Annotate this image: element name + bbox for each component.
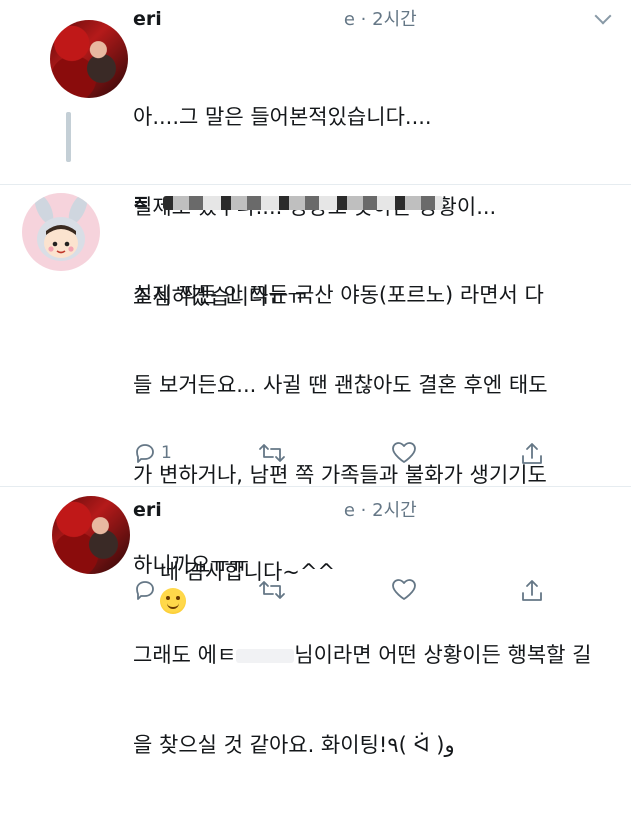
tweet-header: ≡ <box>133 191 443 213</box>
display-name[interactable]: eri <box>133 8 162 30</box>
retweet-button[interactable] <box>258 578 286 602</box>
share-button[interactable] <box>519 578 545 604</box>
retweet-icon <box>259 581 285 599</box>
like-icon <box>392 442 416 463</box>
reply-button[interactable]: 1 <box>133 441 172 465</box>
tweet-2[interactable]: ≡ 실제 찍든 안 찍든 국산 야동(포르노) 라면서 다 들 보거든요... … <box>0 185 631 757</box>
avatar[interactable] <box>22 193 100 271</box>
tweet-text-line: 아....그 말은 들어본적있습니다.... <box>133 105 432 129</box>
reply-icon <box>136 581 154 600</box>
like-button[interactable] <box>391 578 417 602</box>
share-icon <box>522 580 542 601</box>
tweet-3[interactable]: eri e · 2시간 네 감사합니다~^^ <box>0 486 631 634</box>
redacted-handle <box>167 11 338 28</box>
redacted-mention <box>236 649 295 663</box>
like-icon <box>392 579 416 600</box>
mention-suffix: 님이라면 어떤 상황이든 행복할 길 <box>294 643 592 667</box>
reply-count: 1 <box>161 443 172 463</box>
tweet-text-line: 을 찾으실 것 같아요. 화이팅!٩( ᐛ )و <box>133 733 455 757</box>
action-bar: 1 <box>133 441 603 471</box>
redacted-name <box>162 195 443 210</box>
timestamp[interactable]: e · 2시간 <box>344 9 417 30</box>
chevron-down-icon[interactable] <box>594 7 612 25</box>
thread-line <box>66 112 71 162</box>
bunny-avatar-icon <box>34 194 88 261</box>
tweet-1[interactable]: eri e · 2시간 아....그 말은 들어본적있습니다.... 실제로 있… <box>0 0 631 309</box>
tweet-header: eri e · 2시간 <box>133 5 417 31</box>
reply-button[interactable] <box>133 578 157 602</box>
like-button[interactable] <box>391 441 417 465</box>
avatar[interactable] <box>50 20 128 98</box>
display-name[interactable]: eri <box>133 499 162 521</box>
tweet-text-line: 들 보거든요... 사귈 땐 괜찮아도 결혼 후엔 태도 <box>133 373 548 397</box>
display-name[interactable]: ≡ <box>133 191 149 213</box>
tweet-text-line: 실제 찍든 안 찍든 국산 야동(포르노) 라면서 다 <box>133 283 544 307</box>
redacted-handle <box>167 502 338 519</box>
tweet-header: eri e · 2시간 <box>133 496 417 522</box>
avatar[interactable] <box>52 496 130 574</box>
share-button[interactable] <box>519 441 545 467</box>
retweet-icon <box>259 444 285 462</box>
timestamp[interactable]: e · 2시간 <box>344 500 417 521</box>
reply-icon <box>136 444 154 463</box>
share-icon <box>522 443 542 464</box>
action-bar <box>133 578 603 608</box>
retweet-button[interactable] <box>258 441 286 465</box>
